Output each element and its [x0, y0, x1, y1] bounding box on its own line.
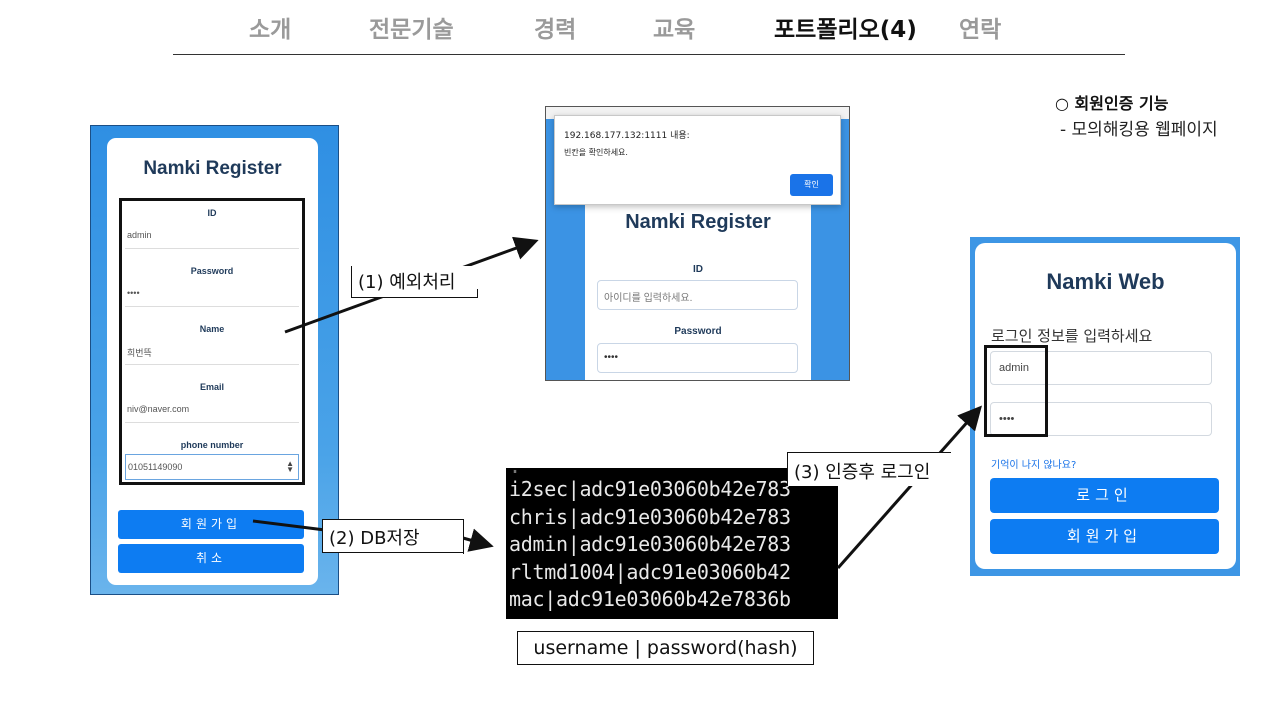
- forgot-link[interactable]: 기억이 나지 않나요?: [991, 456, 1076, 471]
- feature-title: ○ 회원인증 기능: [1055, 94, 1169, 113]
- id-label: ID: [207, 208, 217, 218]
- login-title: Namki Web: [1046, 269, 1165, 294]
- nav-item-intro[interactable]: 소개: [249, 10, 291, 44]
- register-title: Namki Register: [143, 158, 282, 179]
- alert-password-input[interactable]: ••••: [597, 343, 798, 373]
- login-fields-highlight: [984, 345, 1048, 437]
- login-signup-button[interactable]: 회원가입: [990, 519, 1219, 554]
- db-terminal: . i2sec|adc91e03060b42e783 chris|adc91e0…: [506, 468, 838, 619]
- spinner-icon[interactable]: ▲ ▼: [286, 460, 294, 474]
- phone-value: 01051149090: [128, 462, 183, 472]
- arrow-to-db: [462, 528, 494, 552]
- phone-label: phone number: [180, 440, 244, 450]
- alert-id-input[interactable]: 아이디를 입력하세요.: [597, 280, 798, 310]
- alert-screenshot: Namki Register ID 아이디를 입력하세요. Password •…: [545, 106, 850, 381]
- login-hint: 로그인 정보를 입력하세요: [991, 327, 1153, 345]
- terminal-line: i2sec|adc91e03060b42e783: [509, 477, 791, 501]
- top-nav: 소개 전문기술 경력 교육 포트폴리오(4) 연락: [0, 6, 1280, 46]
- phone-input[interactable]: 01051149090 ▲ ▼: [125, 454, 299, 480]
- alert-id-label: ID: [693, 264, 703, 275]
- name-input[interactable]: 희번뜩: [125, 339, 299, 365]
- id-input[interactable]: admin: [125, 223, 299, 249]
- signup-button[interactable]: 회원가입: [118, 510, 304, 539]
- nav-item-portfolio[interactable]: 포트폴리오(4): [774, 10, 917, 44]
- annotation-step3: (3) 인증후 로그인: [787, 452, 951, 486]
- feature-subtitle: - 모의해킹용 웹페이지: [1060, 120, 1218, 140]
- annotation-step2: (2) DB저장: [322, 519, 464, 554]
- nav-item-career[interactable]: 경력: [534, 10, 576, 44]
- alert-ok-button[interactable]: 확인: [790, 174, 833, 196]
- alert-register-card: Namki Register ID 아이디를 입력하세요. Password •…: [585, 199, 811, 380]
- register-fields-highlight: ID admin Password •••• Name 희번뜩 Email ni…: [119, 198, 305, 485]
- password-input[interactable]: ••••: [125, 281, 299, 307]
- email-label: Email: [199, 382, 224, 392]
- terminal-caption: username | password(hash): [517, 631, 814, 665]
- arrow-to-login: [836, 405, 982, 569]
- alert-dialog: 192.168.177.132:1111 내용: 빈칸을 확인하세요. 확인: [554, 115, 841, 205]
- email-input[interactable]: niv@naver.com: [125, 397, 299, 423]
- name-label: Name: [199, 324, 225, 334]
- password-label: Password: [190, 266, 234, 276]
- terminal-line: chris|adc91e03060b42e783: [509, 505, 791, 529]
- terminal-line: rltmd1004|adc91e03060b42: [509, 560, 791, 584]
- terminal-line: mac|adc91e03060b42e7836b: [509, 587, 791, 611]
- nav-item-skills[interactable]: 전문기술: [369, 10, 454, 44]
- terminal-line: admin|adc91e03060b42e783: [509, 532, 791, 556]
- annotation-step3-text: (3) 인증후 로그인: [794, 462, 931, 483]
- cancel-button[interactable]: 취소: [118, 544, 304, 573]
- alert-password-label: Password: [674, 326, 722, 337]
- login-button[interactable]: 로그인: [990, 478, 1219, 513]
- alert-host: 192.168.177.132:1111 내용:: [564, 131, 690, 141]
- nav-divider: [173, 54, 1125, 55]
- alert-message: 빈칸을 확인하세요.: [564, 148, 628, 157]
- annotation-step1: (1) 예외처리: [351, 266, 478, 298]
- nav-item-education[interactable]: 교육: [653, 10, 695, 44]
- alert-register-title: Namki Register: [625, 211, 771, 233]
- annotation-step2-text: (2) DB저장: [329, 528, 420, 549]
- annotation-step1-text: (1) 예외처리: [358, 272, 456, 293]
- nav-item-contact[interactable]: 연락: [959, 10, 1001, 44]
